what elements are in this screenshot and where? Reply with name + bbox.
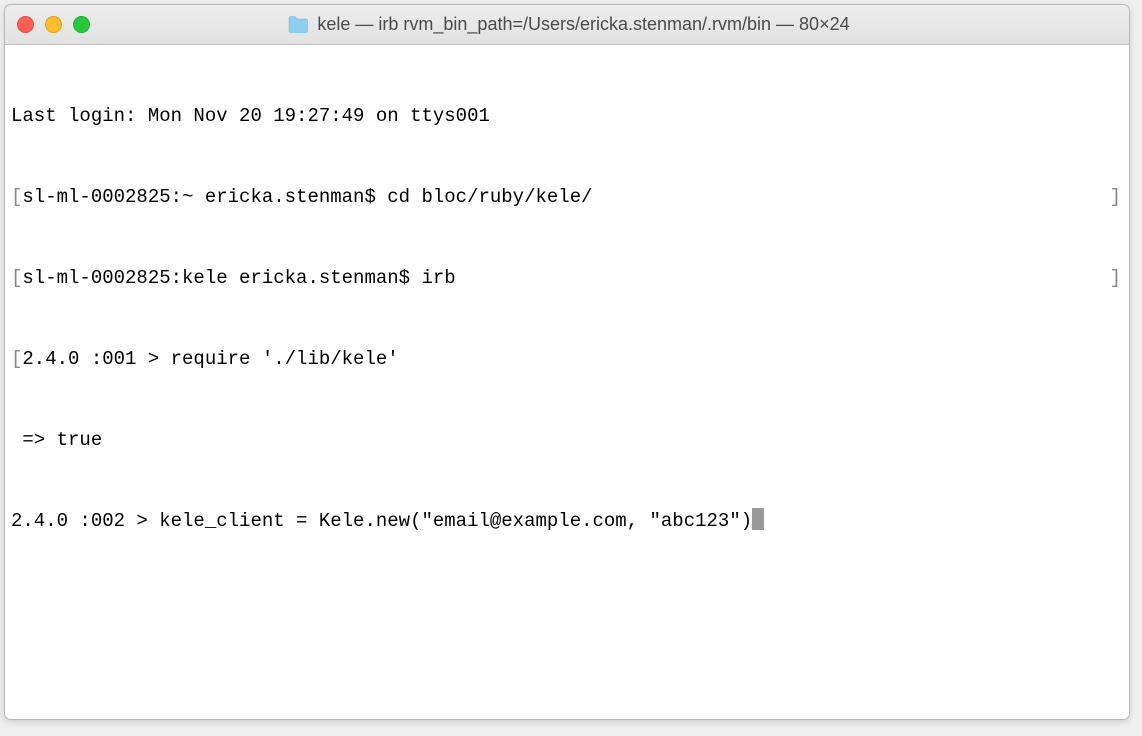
terminal-line: => true <box>11 427 1123 454</box>
window-title: kele — irb rvm_bin_path=/Users/ericka.st… <box>317 14 849 35</box>
bracket-right: ] <box>1110 184 1121 211</box>
bracket-left: [ <box>11 186 22 208</box>
terminal-line: [2.4.0 :001 > require './lib/kele' <box>11 346 1123 373</box>
terminal-line: [sl-ml-0002825:kele ericka.stenman$ irb] <box>11 265 1123 292</box>
line-text: Last login: Mon Nov 20 19:27:49 on ttys0… <box>11 105 490 127</box>
line-text: 2.4.0 :002 > kele_client = Kele.new("ema… <box>11 510 752 532</box>
terminal-line: Last login: Mon Nov 20 19:27:49 on ttys0… <box>11 103 1123 130</box>
terminal-body[interactable]: Last login: Mon Nov 20 19:27:49 on ttys0… <box>5 45 1129 719</box>
title-content: kele — irb rvm_bin_path=/Users/ericka.st… <box>20 14 1117 35</box>
terminal-window: kele — irb rvm_bin_path=/Users/ericka.st… <box>4 4 1130 720</box>
line-text: 2.4.0 :001 > require './lib/kele' <box>22 348 398 370</box>
bracket-left: [ <box>11 348 22 370</box>
bracket-left: [ <box>11 267 22 289</box>
window-titlebar[interactable]: kele — irb rvm_bin_path=/Users/ericka.st… <box>5 5 1129 45</box>
line-text: => true <box>11 429 114 451</box>
folder-icon <box>287 16 309 34</box>
terminal-line: 2.4.0 :002 > kele_client = Kele.new("ema… <box>11 508 1123 535</box>
line-text: sl-ml-0002825:~ ericka.stenman$ cd bloc/… <box>22 186 592 208</box>
terminal-cursor <box>752 508 764 530</box>
line-text: sl-ml-0002825:kele ericka.stenman$ irb <box>22 267 455 289</box>
terminal-line: [sl-ml-0002825:~ ericka.stenman$ cd bloc… <box>11 184 1123 211</box>
bracket-right: ] <box>1110 265 1121 292</box>
